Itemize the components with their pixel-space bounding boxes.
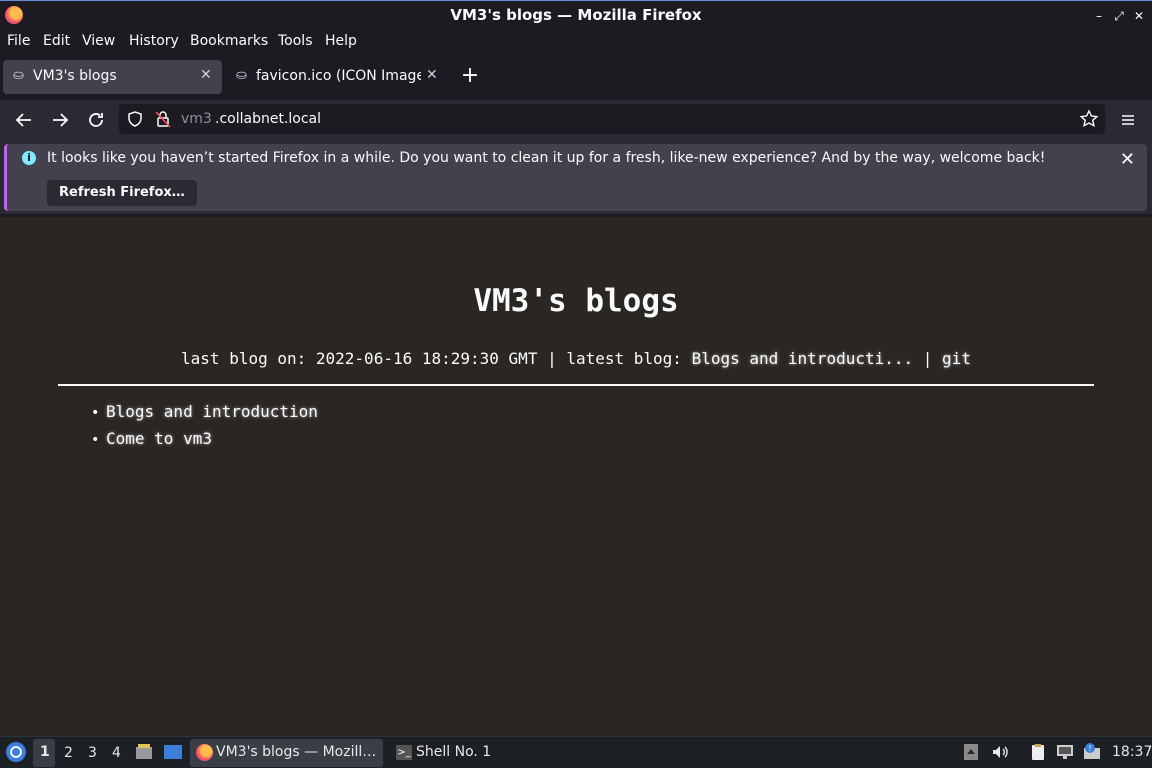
maximize-button[interactable]: ⤢ — [1110, 7, 1128, 25]
page-title: VM3's blogs — [473, 283, 679, 319]
notification-bar: i It looks like you haven’t started Fire… — [4, 144, 1147, 211]
menu-edit[interactable]: Edit — [43, 33, 70, 49]
menu-bar: File Edit View History Bookmarks Tools H… — [0, 30, 1152, 54]
forward-button[interactable] — [48, 108, 72, 132]
arrow-left-icon — [15, 113, 31, 127]
url-domain: .collabnet.local — [215, 111, 322, 127]
meta-separator: | — [913, 349, 943, 368]
close-tab-icon[interactable]: ✕ — [426, 67, 438, 83]
tab-vm3-blogs[interactable]: ⛀ VM3's blogs ✕ — [3, 60, 222, 94]
tray-arrow-icon[interactable] — [963, 743, 979, 761]
workspace-2[interactable]: 2 — [64, 745, 73, 761]
post-list: • Blogs and introduction • Come to vm3 — [88, 400, 318, 454]
svg-text:!: ! — [1088, 744, 1091, 753]
window-title: VM3's blogs — Mozilla Firefox — [450, 6, 702, 24]
tab-strip: ⛀ VM3's blogs ✕ ⛀ favicon.ico (ICON Imag… — [0, 54, 1152, 100]
app-menu-button[interactable] — [1116, 108, 1140, 132]
insecure-lock-icon[interactable] — [155, 110, 171, 128]
menu-view[interactable]: View — [82, 33, 115, 49]
refresh-firefox-button[interactable]: Refresh Firefox… — [47, 180, 197, 206]
notification-message: It looks like you haven’t started Firefo… — [47, 150, 1046, 166]
page-icon: ⛀ — [13, 68, 24, 83]
back-button[interactable] — [12, 108, 36, 132]
post-link[interactable]: Blogs and introduction — [106, 402, 318, 421]
menu-tools[interactable]: Tools — [278, 33, 313, 49]
task-shell[interactable]: >_ Shell No. 1 — [390, 739, 500, 767]
bullet-icon: • — [91, 432, 100, 448]
minimize-button[interactable]: – — [1090, 7, 1108, 25]
clock: 18:37 — [1112, 744, 1152, 760]
terminal-icon: >_ — [396, 745, 412, 760]
new-tab-button[interactable]: + — [460, 64, 480, 88]
clipboard-icon[interactable] — [1028, 742, 1048, 762]
meta-last-blog: last blog on: 2022-06-16 18:29:30 GMT | … — [181, 349, 692, 368]
volume-icon[interactable] — [990, 742, 1010, 762]
git-link[interactable]: git — [942, 349, 971, 368]
task-label: VM3's blogs — Mozill… — [216, 744, 377, 760]
workspace-3[interactable]: 3 — [88, 745, 97, 761]
list-item: • Blogs and introduction — [88, 400, 318, 427]
bookmark-star-icon[interactable] — [1079, 109, 1099, 129]
close-notification-icon[interactable]: ✕ — [1120, 149, 1135, 170]
horizontal-rule — [58, 384, 1094, 386]
task-label: Shell No. 1 — [416, 744, 492, 760]
workspace-1[interactable]: 1 — [33, 739, 55, 767]
url-subdomain: vm3 — [181, 111, 212, 127]
desktop-icon[interactable] — [163, 743, 183, 761]
file-manager-icon[interactable] — [134, 742, 154, 762]
menu-bookmarks[interactable]: Bookmarks — [190, 33, 268, 49]
list-item: • Come to vm3 — [88, 427, 318, 454]
menu-help[interactable]: Help — [325, 33, 357, 49]
post-link[interactable]: Come to vm3 — [106, 429, 212, 448]
bullet-icon: • — [91, 405, 100, 421]
page-icon: ⛀ — [236, 68, 247, 83]
url-bar[interactable]: vm3 .collabnet.local — [119, 104, 1105, 134]
start-menu-icon[interactable] — [5, 741, 27, 763]
tab-favicon[interactable]: ⛀ favicon.ico (ICON Image, ✕ — [226, 60, 446, 94]
network-icon[interactable] — [1055, 742, 1075, 762]
close-tab-icon[interactable]: ✕ — [200, 67, 212, 83]
info-icon: i — [22, 151, 36, 165]
firefox-icon — [196, 744, 213, 761]
blog-meta: last blog on: 2022-06-16 18:29:30 GMT | … — [0, 349, 1152, 368]
page-content: VM3's blogs last blog on: 2022-06-16 18:… — [0, 217, 1152, 736]
workspace-4[interactable]: 4 — [112, 745, 121, 761]
update-notification-icon[interactable]: ! — [1082, 742, 1102, 762]
taskbar: 1 2 3 4 VM3's blogs — Mozill… >_ Shell N… — [0, 736, 1152, 768]
reload-button[interactable] — [84, 108, 108, 132]
latest-blog-link[interactable]: Blogs and introducti... — [692, 349, 914, 368]
menu-history[interactable]: History — [129, 33, 179, 49]
tab-label: VM3's blogs — [33, 68, 117, 84]
window-titlebar: VM3's blogs — Mozilla Firefox – ⤢ ✕ — [0, 0, 1152, 30]
shield-icon[interactable] — [126, 110, 144, 128]
reload-icon — [89, 113, 103, 127]
close-window-button[interactable]: ✕ — [1130, 7, 1148, 25]
menu-file[interactable]: File — [7, 33, 30, 49]
hamburger-menu-icon — [1122, 115, 1134, 125]
arrow-right-icon — [53, 113, 69, 127]
task-firefox[interactable]: VM3's blogs — Mozill… — [190, 739, 383, 767]
tab-label: favicon.ico (ICON Image, — [256, 68, 421, 84]
